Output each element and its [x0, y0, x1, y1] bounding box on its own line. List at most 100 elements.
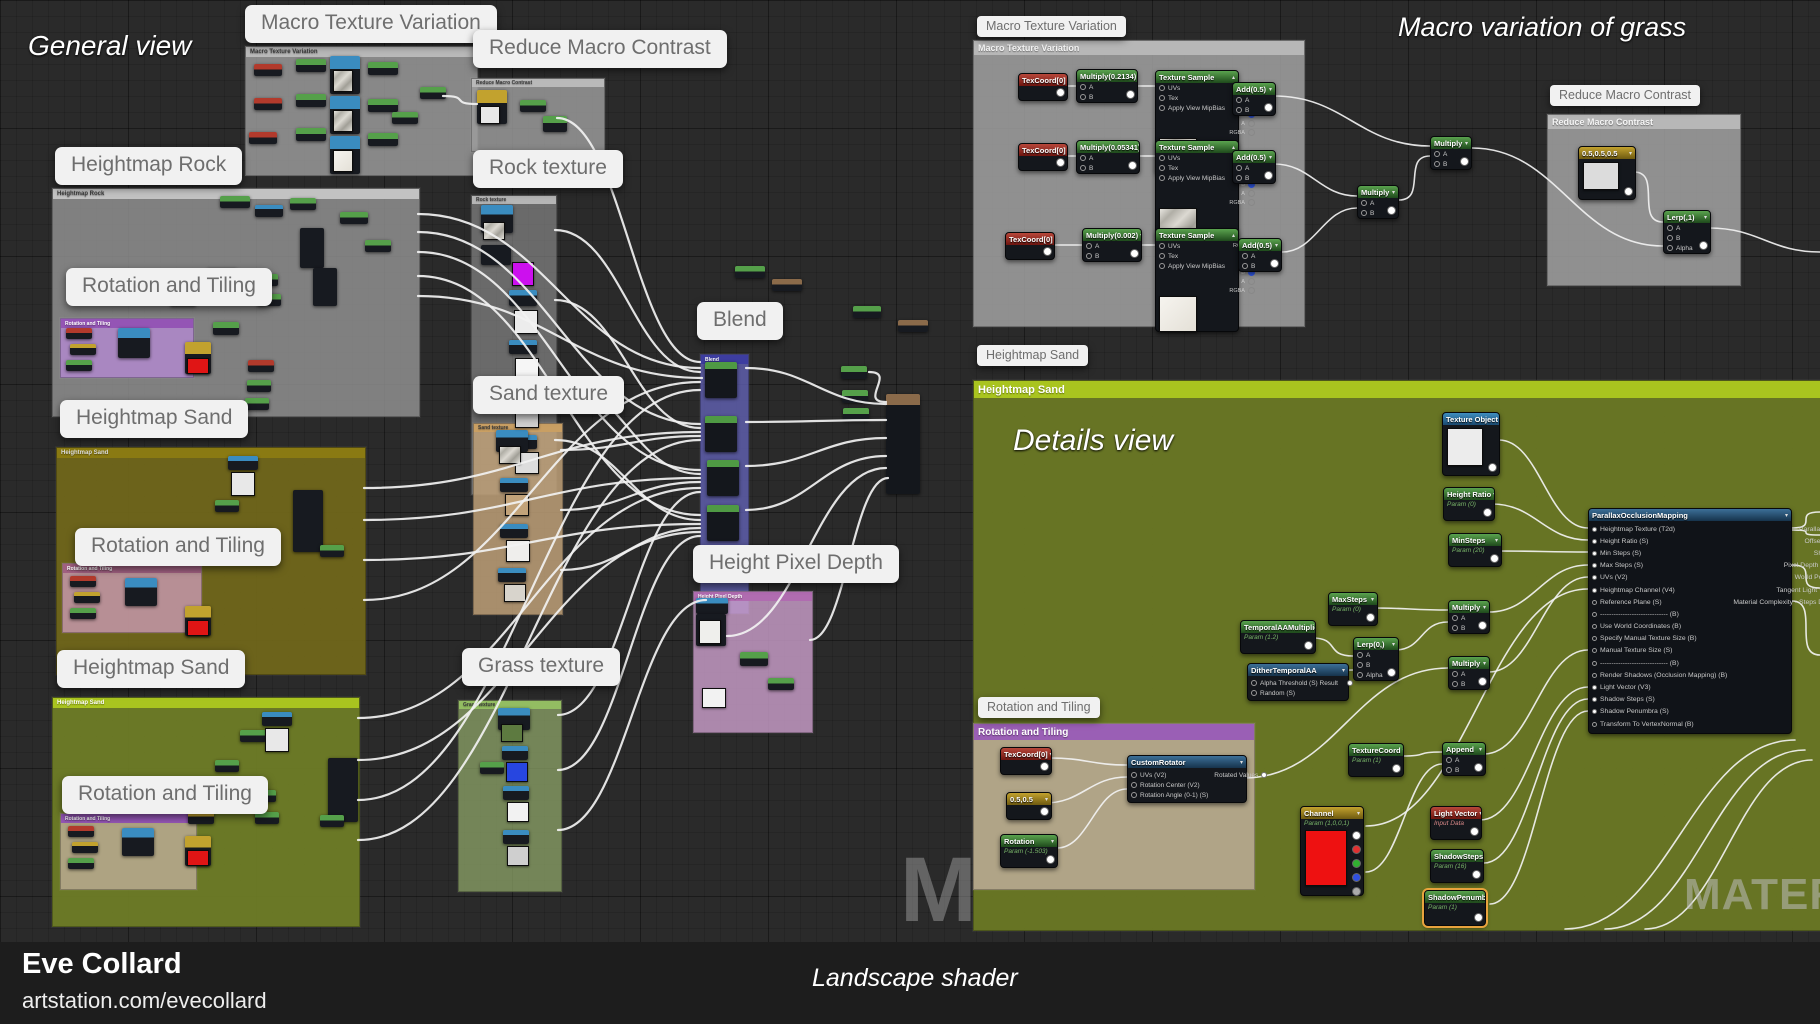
pin[interactable]	[1242, 253, 1248, 259]
node-shadowpenumbra[interactable]: ShadowPenumbra▾Param (1)	[1424, 890, 1486, 926]
pin[interactable]	[1086, 243, 1092, 249]
pin[interactable]	[1131, 782, 1137, 788]
pin[interactable]	[1080, 84, 1086, 90]
wire[interactable]	[1483, 698, 1589, 864]
wire[interactable]	[356, 530, 702, 762]
wire[interactable]	[1056, 788, 1128, 849]
artstation-url[interactable]: artstation.com/evecollard	[22, 988, 267, 1014]
pin[interactable]	[1159, 85, 1165, 91]
pin[interactable]	[1452, 671, 1458, 677]
output-pin[interactable]	[1056, 88, 1065, 97]
pin[interactable]	[1159, 155, 1165, 161]
node-add-0-5[interactable]: Add(0.5) ▾ A B	[1238, 238, 1282, 272]
pin[interactable]	[1086, 253, 1092, 259]
output-pin[interactable]	[1304, 641, 1313, 650]
pin[interactable]	[1159, 175, 1165, 181]
pin[interactable]	[1592, 611, 1597, 617]
output-pin[interactable]	[1046, 855, 1055, 864]
pin[interactable]	[1159, 263, 1165, 269]
wire[interactable]	[362, 380, 702, 602]
pin[interactable]	[1446, 767, 1452, 773]
output-pin[interactable]	[1460, 157, 1469, 166]
pin[interactable]	[1452, 615, 1458, 621]
pin[interactable]	[1247, 129, 1255, 136]
output-pin[interactable]	[1387, 206, 1396, 215]
output-pin[interactable]	[1270, 259, 1279, 268]
node-texturecoord[interactable]: TextureCoord▾Param (1)	[1348, 743, 1404, 777]
output-pin[interactable]	[1490, 554, 1499, 563]
node-0-5-0-5-0-5[interactable]: 0.5,0.5,0.5 ▾	[1578, 146, 1636, 200]
pin[interactable]	[1592, 587, 1597, 593]
pin[interactable]	[1592, 563, 1597, 569]
node-texcoord-0[interactable]: TexCoord[0]▾	[1018, 73, 1068, 101]
pin[interactable]	[1131, 792, 1137, 798]
wire[interactable]	[1394, 621, 1449, 651]
pin[interactable]	[1131, 772, 1137, 778]
pin[interactable]	[1592, 660, 1597, 666]
output-pin[interactable]	[1474, 913, 1483, 922]
pin[interactable]	[1357, 672, 1363, 678]
wire[interactable]	[1049, 757, 1128, 766]
wire[interactable]	[1708, 227, 1820, 253]
pin[interactable]	[1592, 636, 1597, 642]
output-pin[interactable]	[1352, 859, 1361, 868]
output-pin[interactable]	[1474, 763, 1483, 772]
node-append[interactable]: Append ▾ A B	[1442, 742, 1486, 776]
output-pin[interactable]	[1366, 613, 1375, 622]
node-multiply[interactable]: Multiply ▾ A B	[1430, 136, 1472, 170]
pin[interactable]	[1080, 94, 1086, 100]
wire[interactable]	[416, 294, 704, 380]
wire[interactable]	[556, 598, 708, 832]
wire[interactable]	[1401, 751, 1443, 757]
pin[interactable]	[1452, 625, 1458, 631]
node-texture-sample[interactable]: Texture Sample▴UVs Tex Apply View MipBias R…	[1155, 228, 1255, 332]
pin[interactable]	[1251, 690, 1257, 696]
pin[interactable]	[1357, 652, 1363, 658]
output-pin[interactable]	[1352, 873, 1361, 882]
output-pin[interactable]	[1472, 870, 1481, 879]
node-multiply[interactable]: Multiply ▾ A B	[1448, 600, 1490, 634]
pin[interactable]	[1236, 175, 1242, 181]
pin[interactable]	[1236, 97, 1242, 103]
material-graph-canvas[interactable]: Macro Texture Variation Reduce Macro Cont…	[0, 0, 1820, 1024]
node-parallaxocclusionmapping[interactable]: ParallaxOcclusionMapping ▾ Heightmap Textu…	[1588, 508, 1820, 734]
pin[interactable]	[1159, 253, 1165, 259]
node-channel[interactable]: Channel ▾ Param (1,0,0,1)	[1300, 806, 1364, 896]
wire[interactable]	[1371, 607, 1449, 611]
pin[interactable]	[1592, 721, 1597, 727]
wire[interactable]	[416, 212, 702, 370]
output-pin[interactable]	[1040, 762, 1049, 771]
output-pin[interactable]	[1483, 508, 1492, 517]
pin[interactable]	[1159, 165, 1165, 171]
pin[interactable]	[1247, 199, 1255, 206]
node-dithertemporalaa[interactable]: DitherTemporalAA ▾ Alpha Threshold (S) Res…	[1247, 663, 1353, 701]
output-pin[interactable]	[1352, 845, 1361, 854]
output-pin[interactable]	[1387, 668, 1396, 677]
pin[interactable]	[1236, 165, 1242, 171]
pin[interactable]	[1247, 278, 1255, 285]
output-pin[interactable]	[1624, 187, 1633, 196]
pin[interactable]	[1361, 210, 1367, 216]
pin[interactable]	[1592, 709, 1597, 715]
wire[interactable]	[1398, 155, 1431, 201]
pin[interactable]	[1592, 624, 1597, 630]
output-pin[interactable]	[1352, 887, 1361, 896]
pin[interactable]	[1247, 190, 1255, 197]
pin[interactable]	[1592, 575, 1597, 581]
node-maxsteps[interactable]: MaxSteps ▾ Param (0)	[1328, 592, 1378, 626]
pin[interactable]	[1667, 245, 1673, 251]
wire[interactable]	[1273, 95, 1431, 147]
node-lerp-0[interactable]: Lerp(0,) ▾ A B Alpha	[1353, 637, 1399, 681]
node-texcoord-0[interactable]: TexCoord[0]▾	[1005, 232, 1055, 260]
wire[interactable]	[1488, 564, 1589, 613]
wire[interactable]	[867, 370, 888, 404]
pin[interactable]	[1159, 95, 1165, 101]
wire[interactable]	[744, 418, 888, 424]
node-rotation[interactable]: Rotation ▾ Param (-1.503)	[1000, 834, 1058, 868]
output-pin[interactable]	[1056, 158, 1065, 167]
pin[interactable]	[1346, 679, 1353, 686]
pin[interactable]	[1159, 105, 1165, 111]
output-pin[interactable]	[1392, 764, 1401, 773]
wire[interactable]	[362, 476, 702, 522]
node-texcoord-0[interactable]: TexCoord[0]▾	[1018, 143, 1068, 171]
